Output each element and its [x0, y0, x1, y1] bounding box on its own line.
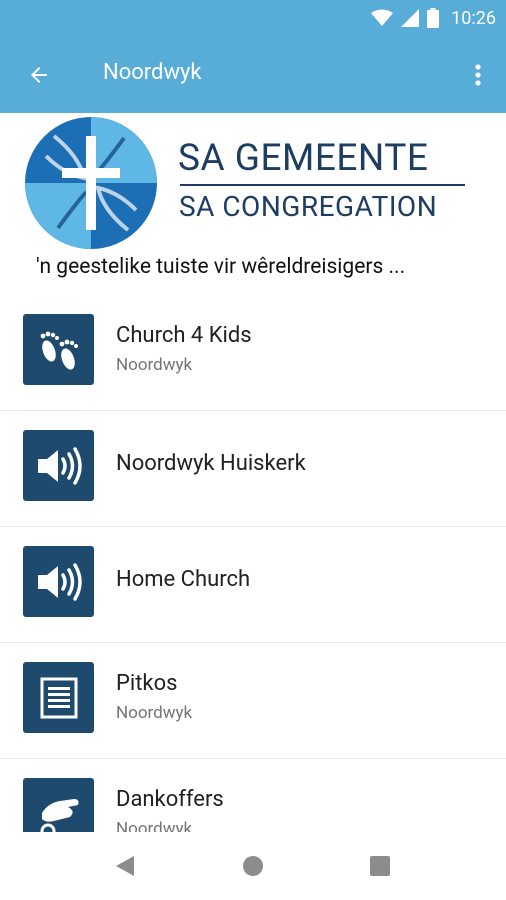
list-item-title: Pitkos: [116, 671, 178, 696]
back-triangle-icon: [116, 856, 134, 876]
list-item-pitkos[interactable]: Pitkos Noordwyk: [0, 643, 506, 759]
list-item-noordwyk-huiskerk[interactable]: Noordwyk Huiskerk: [0, 411, 506, 527]
home-circle-icon: [243, 856, 263, 876]
item-icon-tile: [23, 546, 94, 617]
list-item-subtitle: Noordwyk: [116, 355, 193, 375]
congregation-banner: SA GEMEENTE SA CONGREGATION 'n geestelik…: [0, 113, 506, 295]
arrow-left-icon: [31, 67, 47, 83]
signal-icon: [401, 9, 420, 27]
item-icon-tile: [23, 778, 94, 832]
content-list: Church 4 Kids Noordwyk Noordwyk Huiskerk…: [0, 295, 506, 832]
back-button[interactable]: [22, 58, 56, 92]
app-bar: Noordwyk: [0, 36, 506, 113]
list-item-title: Dankoffers: [116, 787, 224, 812]
battery-icon: [427, 8, 440, 28]
wifi-icon: [371, 9, 394, 26]
list-item-title: Home Church: [116, 567, 251, 592]
congregation-logo: [25, 117, 157, 249]
congregation-name: SA GEMEENTE: [178, 137, 429, 180]
item-icon-tile: [23, 314, 94, 385]
tagline: 'n geestelike tuiste vir wêreldreisigers…: [36, 255, 406, 279]
list-item-subtitle: Noordwyk: [116, 819, 193, 832]
app-title: Noordwyk: [103, 60, 202, 85]
document-icon: [40, 677, 77, 718]
footprints-icon: [40, 331, 78, 370]
speaker-icon: [37, 446, 82, 485]
status-time: 10:26: [451, 7, 496, 29]
overflow-menu-button[interactable]: [468, 58, 488, 92]
nav-recents-button[interactable]: [368, 854, 392, 878]
banner-divider: [180, 184, 465, 186]
status-icons: 10:26: [371, 6, 496, 30]
list-item-church-4-kids[interactable]: Church 4 Kids Noordwyk: [0, 295, 506, 411]
nav-home-button[interactable]: [241, 854, 265, 878]
list-item-title: Church 4 Kids: [116, 323, 252, 348]
system-nav-bar: [0, 832, 506, 900]
offering-hand-icon: [40, 798, 78, 832]
more-vert-icon: [475, 64, 481, 86]
list-item-title: Noordwyk Huiskerk: [116, 451, 306, 476]
item-icon-tile: [23, 430, 94, 501]
nav-back-button[interactable]: [113, 854, 137, 878]
recents-square-icon: [370, 856, 390, 876]
speaker-icon: [37, 562, 82, 601]
list-item-home-church[interactable]: Home Church: [0, 527, 506, 643]
congregation-subtitle: SA CONGREGATION: [179, 190, 438, 223]
status-bar: 10:26: [0, 0, 506, 36]
list-item-dankoffers[interactable]: Dankoffers Noordwyk: [0, 759, 506, 832]
item-icon-tile: [23, 662, 94, 733]
list-item-subtitle: Noordwyk: [116, 703, 193, 723]
